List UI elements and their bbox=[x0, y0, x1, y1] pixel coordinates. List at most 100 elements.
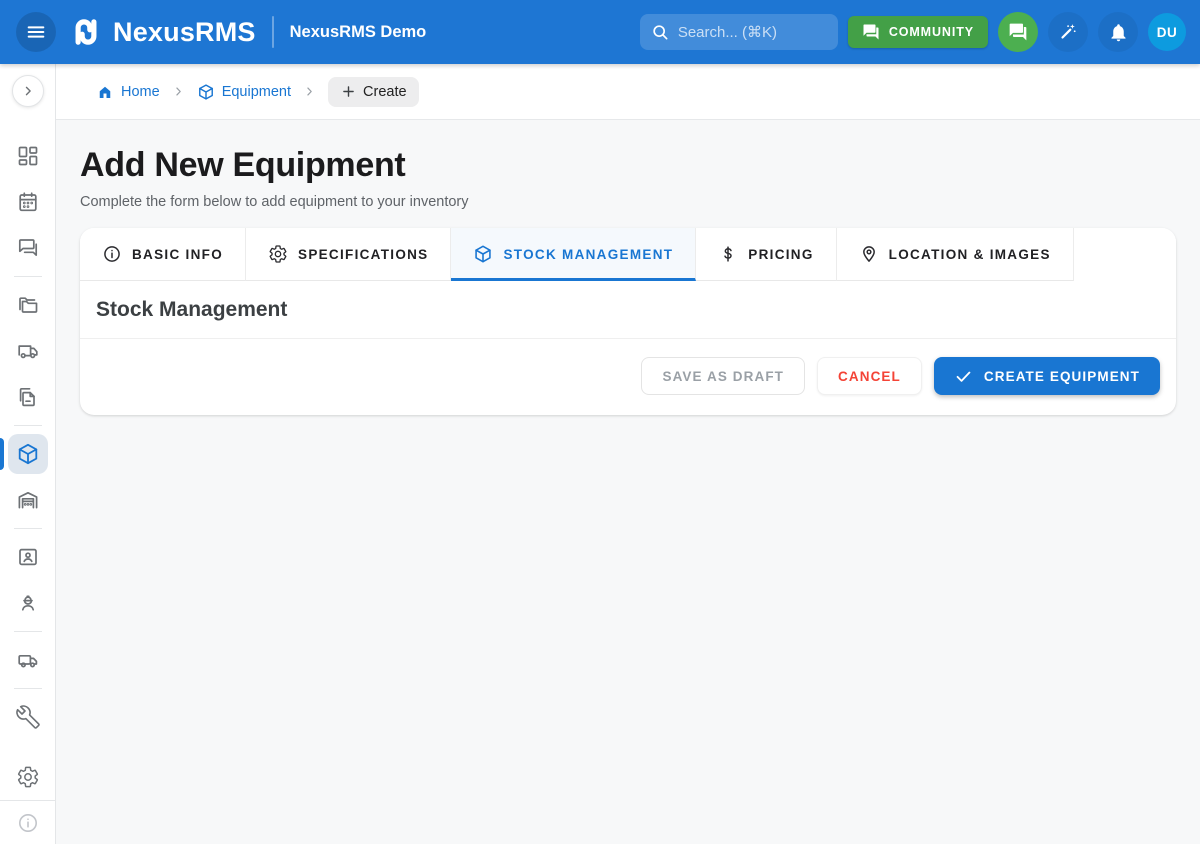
main-content: Home Equipment bbox=[56, 64, 1200, 844]
documents-icon bbox=[16, 385, 40, 409]
sidebar bbox=[0, 64, 56, 844]
chevron-right-icon bbox=[19, 82, 37, 100]
sidebar-divider bbox=[14, 631, 42, 632]
app-title: NexusRMS Demo bbox=[290, 23, 427, 42]
dashboard-icon bbox=[16, 144, 40, 168]
tab-label: LOCATION & IMAGES bbox=[889, 247, 1051, 262]
sidebar-item-documents[interactable] bbox=[8, 377, 48, 417]
tab-location-images[interactable]: LOCATION & IMAGES bbox=[837, 228, 1074, 281]
notifications-button[interactable] bbox=[1098, 12, 1138, 52]
sidebar-item-warehouse[interactable] bbox=[8, 480, 48, 520]
gear-icon bbox=[16, 765, 40, 789]
sidebar-item-settings[interactable] bbox=[8, 757, 48, 797]
hamburger-icon bbox=[25, 21, 47, 43]
cube-icon bbox=[473, 244, 493, 264]
sidebar-nav bbox=[8, 133, 48, 800]
dollar-icon bbox=[718, 244, 738, 264]
sidebar-item-folders[interactable] bbox=[8, 285, 48, 325]
page-body: Add New Equipment Complete the form belo… bbox=[56, 120, 1200, 415]
forum-icon bbox=[16, 236, 40, 260]
brand-name: NexusRMS bbox=[113, 17, 256, 48]
save-as-draft-button[interactable]: SAVE AS DRAFT bbox=[641, 357, 805, 395]
sidebar-item-contacts[interactable] bbox=[8, 537, 48, 577]
community-button[interactable]: COMMUNITY bbox=[848, 16, 988, 48]
cube-icon bbox=[16, 442, 40, 466]
create-equipment-button[interactable]: CREATE EQUIPMENT bbox=[934, 357, 1160, 395]
wrench-icon bbox=[16, 705, 40, 729]
tab-label: BASIC INFO bbox=[132, 247, 223, 262]
sidebar-expand-button[interactable] bbox=[12, 75, 44, 107]
sidebar-item-engineering[interactable] bbox=[8, 583, 48, 623]
sidebar-item-equipment[interactable] bbox=[8, 434, 48, 474]
sidebar-item-maintenance[interactable] bbox=[8, 697, 48, 737]
page-subtitle: Complete the form below to add equipment… bbox=[80, 194, 1176, 210]
community-label: COMMUNITY bbox=[889, 25, 974, 39]
hamburger-menu-button[interactable] bbox=[16, 12, 56, 52]
sidebar-item-dashboard[interactable] bbox=[8, 136, 48, 176]
global-search[interactable] bbox=[640, 14, 838, 50]
bell-icon bbox=[1108, 22, 1129, 43]
navbar-actions: COMMUNITY bbox=[640, 12, 1186, 52]
tab-pricing[interactable]: PRICING bbox=[696, 228, 836, 281]
tab-specifications[interactable]: SPECIFICATIONS bbox=[246, 228, 451, 281]
chevron-right-icon bbox=[171, 84, 186, 99]
breadcrumb-equipment[interactable]: Equipment bbox=[197, 83, 291, 101]
sidebar-divider bbox=[14, 688, 42, 689]
form-tabs: BASIC INFO SPECIFICATIONS bbox=[80, 228, 1176, 281]
breadcrumb-home-label: Home bbox=[121, 84, 160, 100]
chat-bubbles-icon bbox=[1008, 22, 1028, 42]
folders-icon bbox=[16, 293, 40, 317]
tab-label: STOCK MANAGEMENT bbox=[503, 247, 673, 262]
navbar-divider bbox=[272, 16, 274, 48]
nexusrms-logo-icon bbox=[68, 14, 104, 50]
sidebar-item-calendar[interactable] bbox=[8, 182, 48, 222]
chevron-right-icon bbox=[302, 84, 317, 99]
top-navbar: NexusRMS NexusRMS Demo COMMUNITY bbox=[0, 0, 1200, 64]
section-heading: Stock Management bbox=[80, 281, 1176, 338]
forum-icon bbox=[862, 23, 880, 41]
search-input[interactable] bbox=[678, 24, 828, 41]
tab-filler bbox=[1074, 228, 1176, 281]
warehouse-icon bbox=[16, 488, 40, 512]
sidebar-divider bbox=[14, 276, 42, 277]
plus-icon bbox=[340, 83, 357, 100]
tab-label: PRICING bbox=[748, 247, 813, 262]
breadcrumb-create-label: Create bbox=[363, 84, 407, 100]
equipment-form-card: BASIC INFO SPECIFICATIONS bbox=[80, 228, 1176, 415]
contact-badge-icon bbox=[16, 545, 40, 569]
create-equipment-label: CREATE EQUIPMENT bbox=[984, 369, 1140, 384]
sidebar-item-shipping[interactable] bbox=[8, 331, 48, 371]
breadcrumb-equipment-label: Equipment bbox=[222, 84, 291, 100]
page-title: Add New Equipment bbox=[80, 146, 1176, 185]
sidebar-divider bbox=[14, 425, 42, 426]
sidebar-item-messages[interactable] bbox=[8, 228, 48, 268]
theme-toggle-button[interactable] bbox=[1048, 12, 1088, 52]
gear-icon bbox=[268, 244, 288, 264]
chat-button[interactable] bbox=[998, 12, 1038, 52]
sidebar-item-delivery[interactable] bbox=[8, 640, 48, 680]
tab-label: SPECIFICATIONS bbox=[298, 247, 428, 262]
tab-stock-management[interactable]: STOCK MANAGEMENT bbox=[451, 228, 696, 281]
cube-icon bbox=[197, 83, 215, 101]
info-icon bbox=[102, 244, 122, 264]
brand-logo[interactable]: NexusRMS bbox=[68, 14, 256, 50]
cancel-button[interactable]: CANCEL bbox=[817, 357, 922, 395]
shipping-truck-icon bbox=[16, 339, 40, 363]
info-icon[interactable] bbox=[16, 811, 40, 835]
breadcrumb-home[interactable]: Home bbox=[96, 83, 160, 101]
magic-wand-icon bbox=[1057, 21, 1079, 43]
form-actions: SAVE AS DRAFT CANCEL CREATE EQUIPMENT bbox=[80, 339, 1176, 415]
engineer-icon bbox=[16, 591, 40, 615]
tab-basic-info[interactable]: BASIC INFO bbox=[80, 228, 246, 281]
breadcrumb: Home Equipment bbox=[56, 64, 1200, 120]
check-icon bbox=[954, 367, 973, 386]
home-icon bbox=[96, 83, 114, 101]
search-icon bbox=[650, 22, 670, 42]
calendar-icon bbox=[16, 190, 40, 214]
sidebar-divider bbox=[14, 528, 42, 529]
delivery-truck-icon bbox=[16, 648, 40, 672]
sidebar-footer bbox=[0, 800, 56, 844]
user-avatar[interactable]: DU bbox=[1148, 13, 1186, 51]
breadcrumb-create-chip: Create bbox=[328, 77, 419, 107]
location-pin-icon bbox=[859, 244, 879, 264]
